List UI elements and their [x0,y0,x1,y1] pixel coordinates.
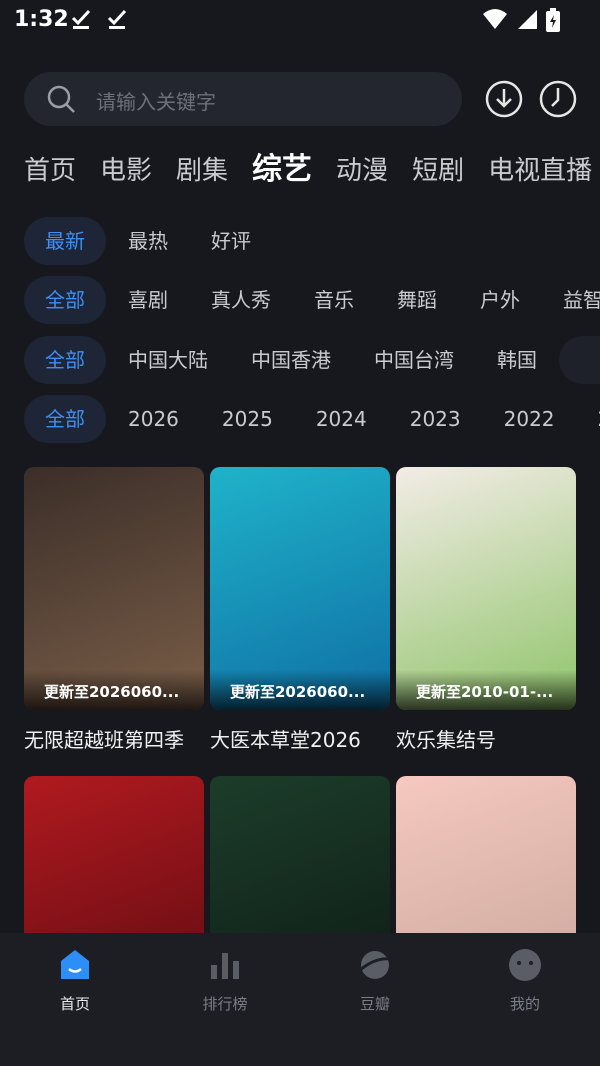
region-chip[interactable]: 中国大陆 [107,336,229,384]
region-chip[interactable]: 中国台湾 [353,336,475,384]
download-icon[interactable] [484,79,524,119]
year-chip[interactable]: 2024 [295,395,388,443]
signal-icon [518,10,537,29]
download-complete-icon [107,9,127,29]
tab-live-tv[interactable]: 电视直播 [488,151,592,191]
update-label: 更新至2026060... [230,683,366,701]
bottom-nav: 首页 排行榜 豆瓣 我的 [0,933,600,1066]
search-input[interactable]: 请输入关键字 [96,86,216,115]
show-title: 欢乐集结号 [396,728,496,752]
region-chip[interactable]: 韩国 [476,336,558,384]
genre-chip[interactable]: 户外 [459,276,541,324]
sort-chip-latest[interactable]: 最新 [24,217,106,265]
show-poster: 更新至2010-01-... [396,467,576,710]
show-card[interactable]: 更新至2026060... 大医本草堂2026 [210,467,390,753]
genre-chip[interactable]: 真人秀 [190,276,292,324]
status-bar: 1:32 [0,0,600,44]
nav-ranking[interactable]: 排行榜 [175,943,275,1014]
year-chip-all[interactable]: 全部 [24,395,106,443]
category-tabs: 首页 电影 剧集 综艺 动漫 短剧 电视直播 [24,150,600,194]
region-chip-all[interactable]: 全部 [24,336,106,384]
tab-movies[interactable]: 电影 [100,151,152,191]
status-icons [482,8,560,32]
nav-home[interactable]: 首页 [25,943,125,1014]
sort-filter-row: 最新 最热 好评 [24,217,600,265]
genre-chip[interactable]: 益智 [542,276,600,324]
nav-profile[interactable]: 我的 [475,943,575,1014]
year-filter-row: 全部202620252024202320222021 [24,395,600,443]
genre-chip-all[interactable]: 全部 [24,276,106,324]
douban-icon [358,951,392,979]
search-icon [47,85,75,113]
region-filter-row: 全部 中国大陆 中国香港 中国台湾 韩国 [24,336,600,384]
tab-series[interactable]: 剧集 [176,151,228,191]
battery-icon [546,8,560,32]
year-chip[interactable]: 2021 [577,395,600,443]
year-chip[interactable]: 2025 [201,395,294,443]
nav-label: 豆瓣 [359,995,390,1013]
nav-label: 排行榜 [202,995,248,1013]
genre-chip[interactable]: 喜剧 [107,276,189,324]
history-icon[interactable] [538,79,578,119]
tab-home[interactable]: 首页 [24,151,76,191]
show-poster: 更新至2026060... [210,467,390,710]
show-title: 无限超越班第四季 [24,728,184,752]
tab-short-drama[interactable]: 短剧 [412,151,464,191]
genre-chip[interactable]: 舞蹈 [376,276,458,324]
year-chip[interactable]: 2022 [483,395,576,443]
update-label: 更新至2026060... [44,683,180,701]
show-card[interactable]: 更新至2010-01-... 欢乐集结号 [396,467,576,753]
genre-filter-row: 全部 喜剧 真人秀 音乐 舞蹈 户外 益智 [24,276,600,324]
profile-icon [509,949,541,981]
sort-chip-hot[interactable]: 最热 [107,217,189,265]
show-title: 大医本草堂2026 [210,728,361,752]
genre-chip[interactable]: 音乐 [293,276,375,324]
show-poster: 更新至2026060... [24,467,204,710]
update-label: 更新至2010-01-... [416,683,554,701]
show-card[interactable]: 更新至2026060... 无限超越班第四季 [24,467,204,753]
year-chip[interactable]: 2023 [389,395,482,443]
ranking-icon [211,953,239,979]
sort-chip-rating[interactable]: 好评 [190,217,272,265]
nav-label: 首页 [59,995,90,1013]
region-chip-more[interactable] [559,336,600,384]
nav-label: 我的 [509,995,540,1013]
region-chip[interactable]: 中国香港 [230,336,352,384]
year-chip[interactable]: 2026 [107,395,200,443]
status-time: 1:32 [14,7,69,32]
wifi-icon [483,9,507,29]
home-icon [61,950,89,979]
nav-douban[interactable]: 豆瓣 [325,943,425,1014]
tab-variety[interactable]: 综艺 [252,150,312,190]
search-bar[interactable]: 请输入关键字 [24,72,462,126]
tab-anime[interactable]: 动漫 [336,151,388,191]
download-complete-icon [71,9,91,29]
